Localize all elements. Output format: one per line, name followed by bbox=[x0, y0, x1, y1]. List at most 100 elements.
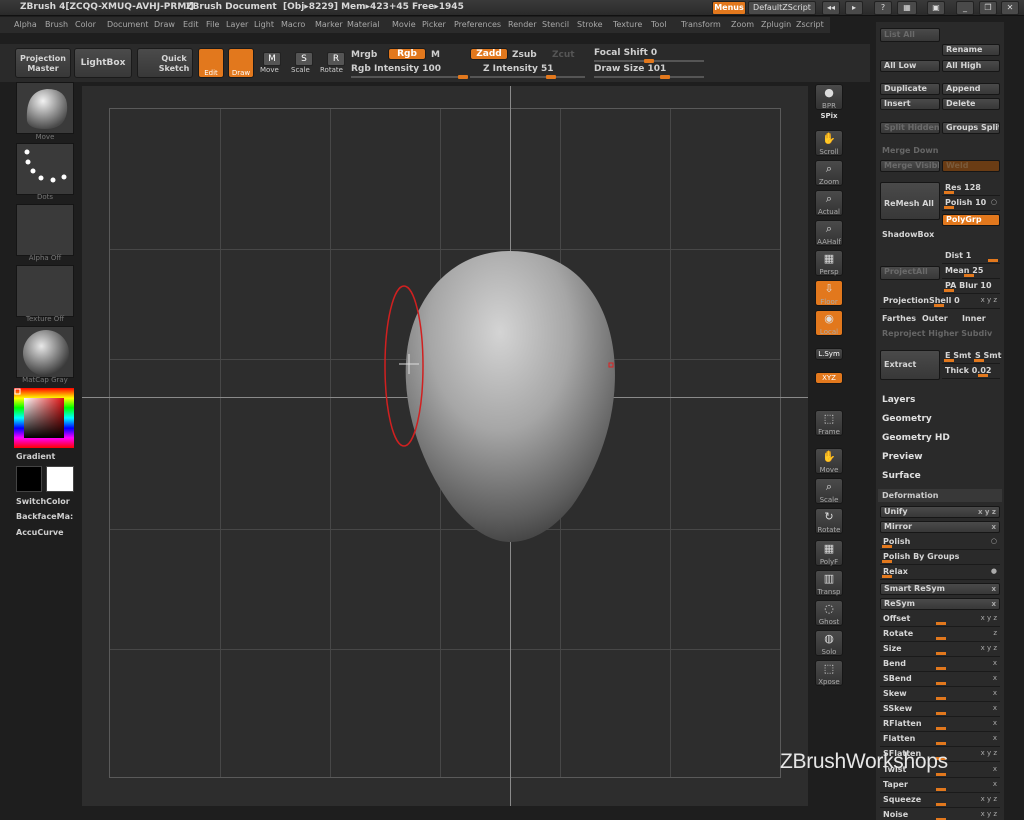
lsym-button[interactable]: L.Sym bbox=[815, 348, 843, 360]
rgb-intensity-knob[interactable] bbox=[458, 75, 468, 79]
zadd-button[interactable]: Zadd bbox=[470, 48, 508, 60]
accucurve-button[interactable]: AccuCurve bbox=[16, 528, 64, 537]
deform-skew[interactable]: Skew x bbox=[880, 688, 1000, 702]
play-icon[interactable]: ▸ bbox=[845, 1, 863, 15]
deform-sskew[interactable]: SSkew x bbox=[880, 703, 1000, 717]
merge-visible-button[interactable]: Merge Visible bbox=[880, 160, 940, 172]
deform-polish[interactable]: Polish ○ bbox=[880, 536, 1000, 550]
menu-layer[interactable]: Layer bbox=[226, 20, 248, 29]
menu-document[interactable]: Document bbox=[107, 20, 148, 29]
dist-slider[interactable]: Dist 1 bbox=[942, 250, 1000, 264]
delete-button[interactable]: Delete bbox=[942, 98, 1000, 110]
e-smt-slider[interactable]: E Smt bbox=[942, 350, 972, 364]
menu-zoom[interactable]: Zoom bbox=[731, 20, 754, 29]
merge-down-button[interactable]: Merge Down bbox=[882, 146, 939, 155]
menu-draw[interactable]: Draw bbox=[154, 20, 175, 29]
remesh-all-button[interactable]: ReMesh All bbox=[880, 182, 940, 220]
append-button[interactable]: Append bbox=[942, 83, 1000, 95]
focal-shift-knob[interactable] bbox=[644, 59, 654, 63]
stroke-thumbnail[interactable] bbox=[16, 143, 74, 195]
menu-light[interactable]: Light bbox=[254, 20, 274, 29]
deform-flatten[interactable]: Flatten x bbox=[880, 733, 1000, 747]
minimize-icon[interactable]: _ bbox=[956, 1, 974, 15]
layers-section[interactable]: Layers bbox=[882, 395, 915, 405]
menu-stencil[interactable]: Stencil bbox=[542, 20, 569, 29]
z-intensity-knob[interactable] bbox=[546, 75, 556, 79]
draw-button[interactable]: Draw bbox=[228, 48, 254, 78]
rename-button[interactable]: Rename bbox=[942, 44, 1000, 56]
deform-noise[interactable]: Noise x y z bbox=[880, 809, 1000, 820]
deform-bend[interactable]: Bend x bbox=[880, 658, 1000, 672]
insert-button[interactable]: Insert bbox=[880, 98, 940, 110]
deform-rflatten[interactable]: RFlatten x bbox=[880, 718, 1000, 732]
menu-movie[interactable]: Movie bbox=[392, 20, 416, 29]
layout-icon[interactable]: ▦ bbox=[897, 1, 917, 15]
spix-slider[interactable]: SPix bbox=[812, 112, 846, 120]
inner-button[interactable]: Inner bbox=[962, 314, 986, 323]
menu-tool[interactable]: Tool bbox=[651, 20, 667, 29]
backface-mask-button[interactable]: BackfaceMa: bbox=[16, 512, 73, 521]
deform-offset[interactable]: Offset x y z bbox=[880, 613, 1000, 627]
rgb-intensity-slider[interactable]: Rgb Intensity 100 bbox=[351, 64, 441, 74]
reproject-button[interactable]: Reproject Higher Subdiv bbox=[882, 329, 992, 338]
zsub-button[interactable]: Zsub bbox=[512, 50, 537, 60]
quick-sketch-button[interactable]: Quick Sketch bbox=[137, 48, 193, 78]
xyz-button[interactable]: XYZ bbox=[815, 372, 843, 384]
all-low-button[interactable]: All Low bbox=[880, 60, 940, 72]
weld-button[interactable]: Weld bbox=[942, 160, 1000, 172]
secondary-color-swatch[interactable] bbox=[16, 466, 42, 492]
surface-section[interactable]: Surface bbox=[882, 471, 921, 481]
move-button[interactable]: Move bbox=[260, 66, 279, 74]
brush-thumbnail[interactable] bbox=[16, 82, 74, 134]
polygrp-button[interactable]: PolyGrp bbox=[942, 214, 1000, 226]
mean-slider[interactable]: Mean 25 bbox=[942, 265, 1000, 279]
help-icon[interactable]: ? bbox=[874, 1, 892, 15]
menu-color[interactable]: Color bbox=[75, 20, 96, 29]
deform-smart-resym[interactable]: Smart ReSym x bbox=[880, 583, 1000, 595]
deform-sbend[interactable]: SBend x bbox=[880, 673, 1000, 687]
menu-brush[interactable]: Brush bbox=[45, 20, 68, 29]
edit-button[interactable]: Edit bbox=[198, 48, 224, 78]
close-icon[interactable]: ✕ bbox=[1001, 1, 1019, 15]
focal-shift-slider[interactable]: Focal Shift 0 bbox=[594, 48, 657, 58]
polish-slider[interactable]: Polish 10 ○ bbox=[942, 197, 1000, 211]
extract-button[interactable]: Extract bbox=[880, 350, 940, 380]
groups-split-button[interactable]: Groups Split bbox=[942, 122, 1000, 134]
thick-slider[interactable]: Thick 0.02 bbox=[942, 365, 1000, 379]
main-color-swatch[interactable] bbox=[46, 466, 74, 492]
menu-picker[interactable]: Picker bbox=[422, 20, 446, 29]
deform-polish-by-groups[interactable]: Polish By Groups bbox=[880, 551, 1000, 565]
rotate-button[interactable]: Rotate bbox=[320, 66, 343, 74]
gradient-button[interactable]: Gradient bbox=[16, 452, 55, 461]
menu-preferences[interactable]: Preferences bbox=[454, 20, 501, 29]
deform-taper[interactable]: Taper x bbox=[880, 779, 1000, 793]
preview-section[interactable]: Preview bbox=[882, 452, 923, 462]
projectionshell-slider[interactable]: ProjectionShell 0x y z bbox=[880, 295, 1000, 309]
res-slider[interactable]: Res 128 bbox=[942, 182, 1000, 196]
document-canvas[interactable] bbox=[82, 86, 808, 806]
list-all-button[interactable]: List All bbox=[880, 28, 940, 42]
menu-transform[interactable]: Transform bbox=[681, 20, 721, 29]
default-zscript-button[interactable]: DefaultZScript bbox=[748, 1, 816, 15]
menu-zplugin[interactable]: Zplugin bbox=[761, 20, 791, 29]
menu-texture[interactable]: Texture bbox=[613, 20, 642, 29]
pa-blur-slider[interactable]: PA Blur 10 bbox=[942, 280, 1000, 294]
projection-master-button[interactable]: Projection Master bbox=[15, 48, 71, 78]
split-hidden-button[interactable]: Split Hidden bbox=[880, 122, 940, 134]
alpha-thumbnail[interactable] bbox=[16, 204, 74, 256]
lock-icon[interactable]: ▣ bbox=[927, 1, 945, 15]
mrgb-button[interactable]: Mrgb bbox=[351, 50, 377, 60]
menu-file[interactable]: File bbox=[206, 20, 219, 29]
menu-alpha[interactable]: Alpha bbox=[14, 20, 37, 29]
menu-edit[interactable]: Edit bbox=[183, 20, 199, 29]
outer-button[interactable]: Outer bbox=[922, 314, 948, 323]
geometry-section[interactable]: Geometry bbox=[882, 414, 932, 424]
switchcolor-button[interactable]: SwitchColor bbox=[16, 497, 70, 506]
m-button[interactable]: M bbox=[431, 50, 440, 60]
s-smt-slider[interactable]: S Smt bbox=[972, 350, 1001, 364]
deform-squeeze[interactable]: Squeeze x y z bbox=[880, 794, 1000, 808]
menu-render[interactable]: Render bbox=[508, 20, 536, 29]
restore-icon[interactable]: ❐ bbox=[979, 1, 997, 15]
menu-material[interactable]: Material bbox=[347, 20, 380, 29]
geometry-hd-section[interactable]: Geometry HD bbox=[882, 433, 950, 443]
